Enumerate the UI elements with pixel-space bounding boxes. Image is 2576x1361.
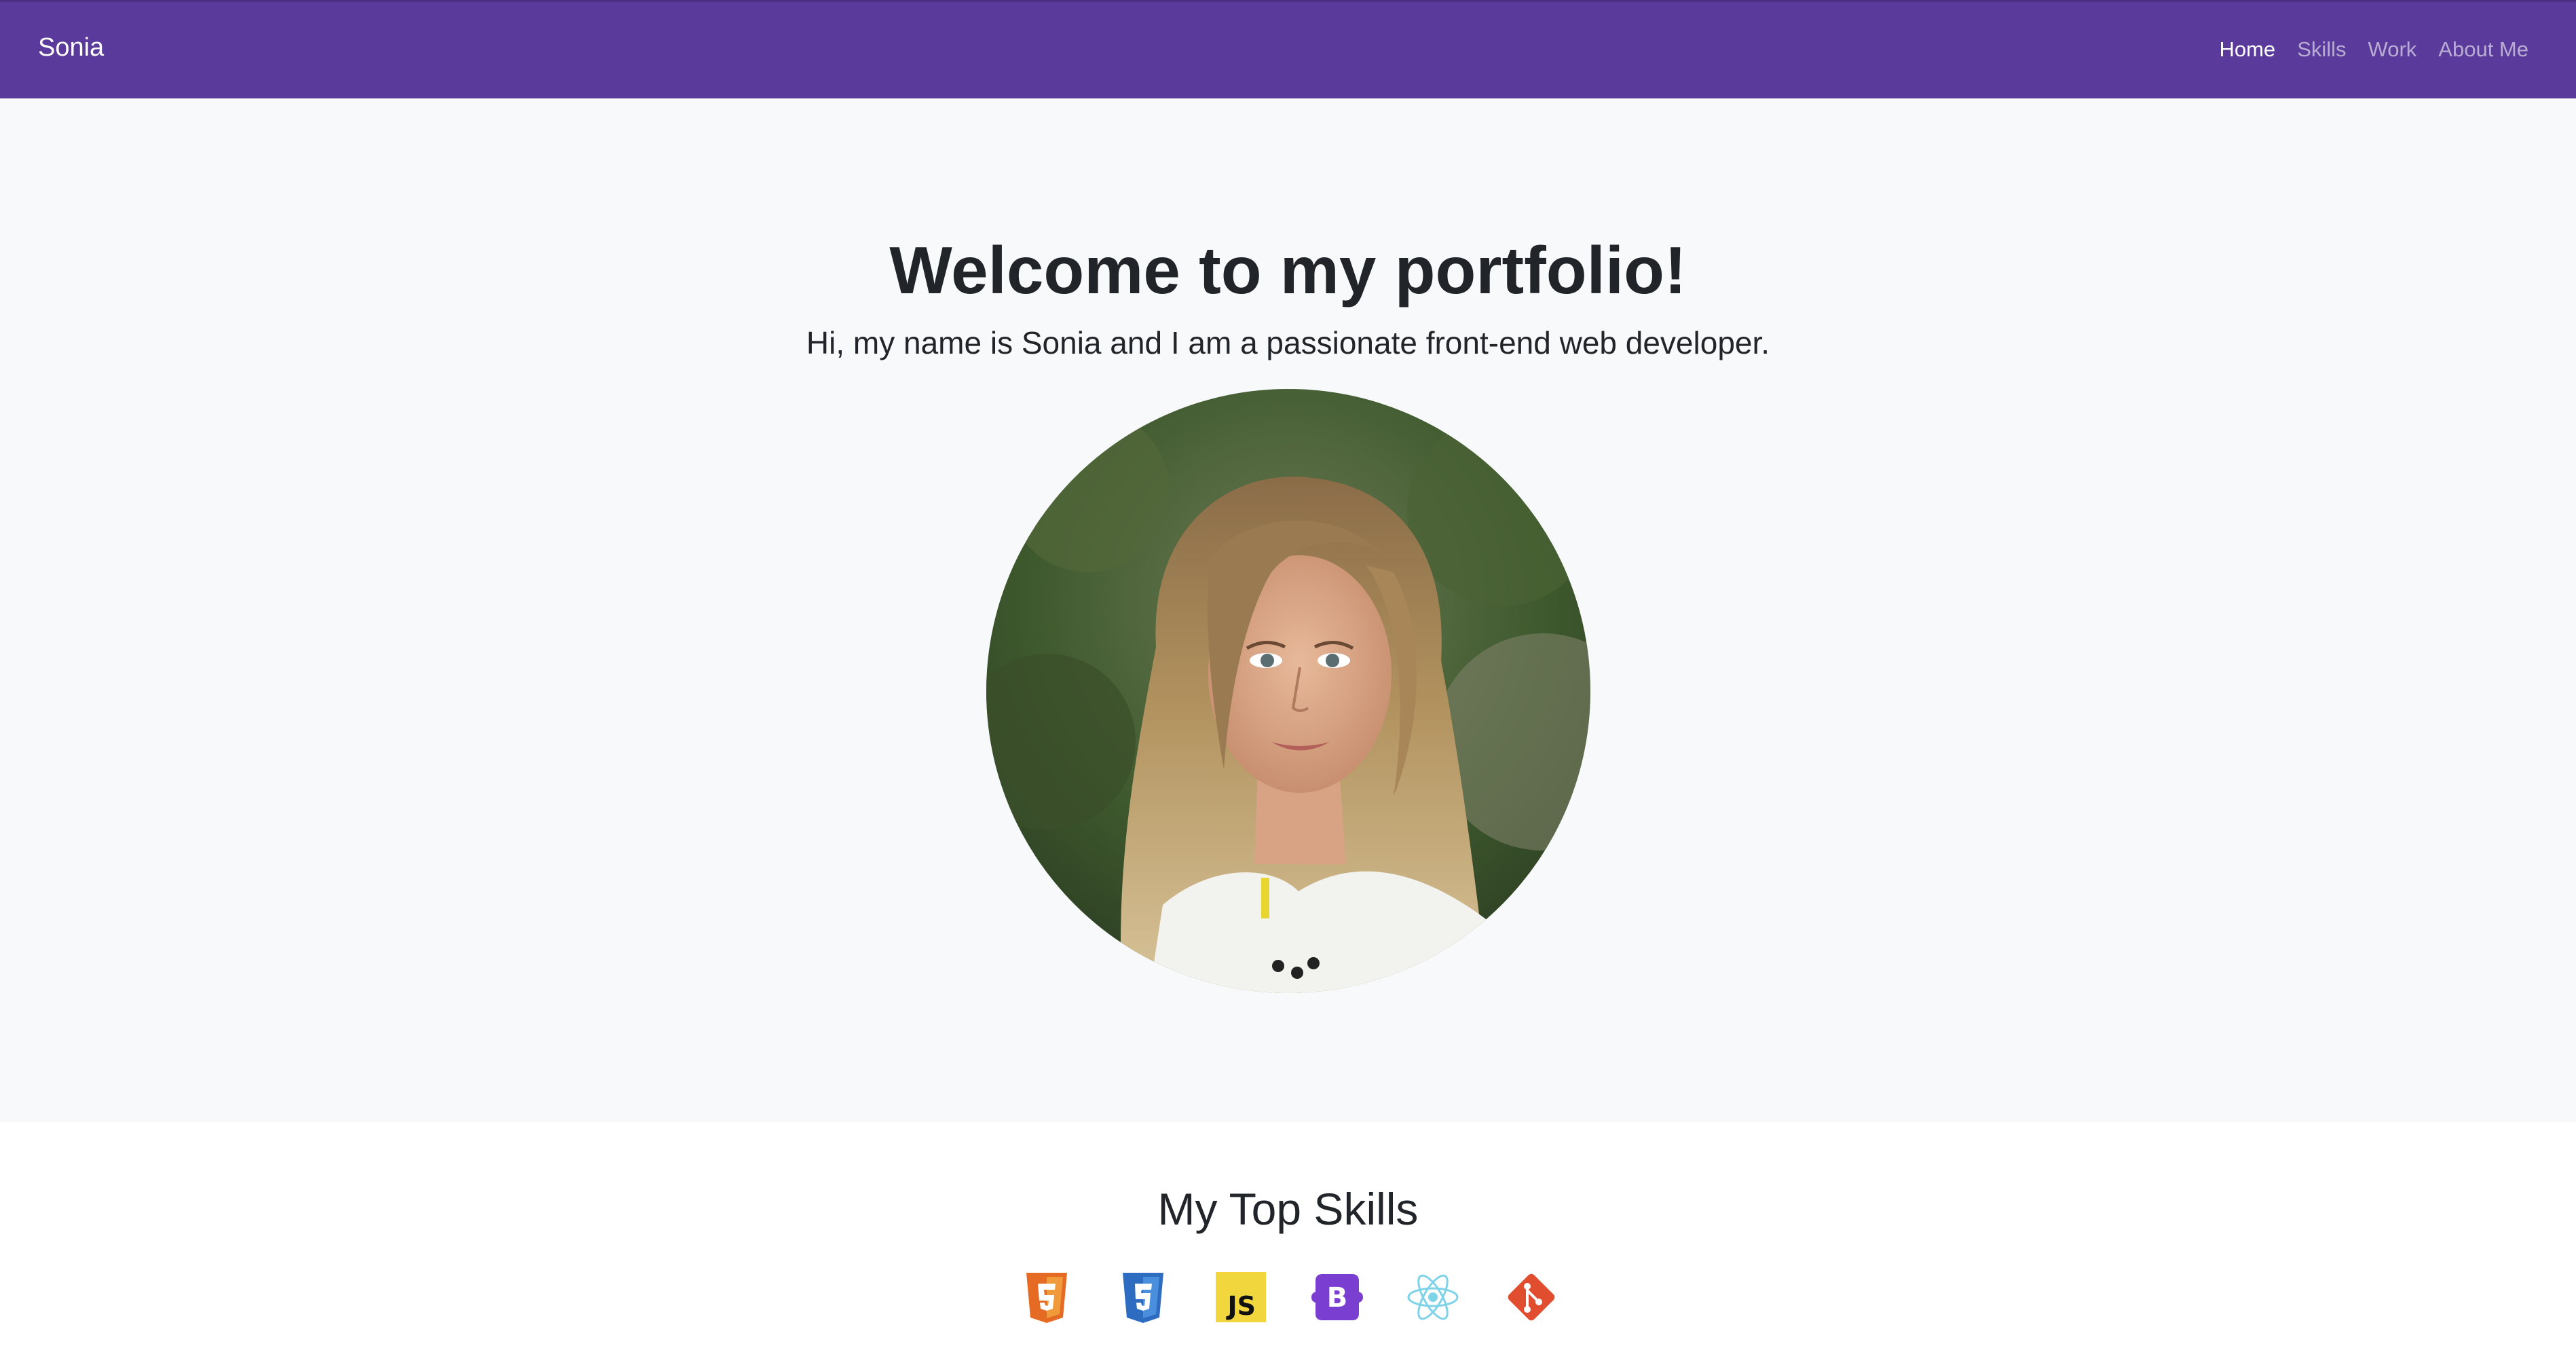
javascript-icon: JS [1214, 1270, 1268, 1324]
html5-icon [1020, 1270, 1074, 1324]
hero-section: Welcome to my portfolio! Hi, my name is … [0, 98, 2576, 1122]
hero-title: Welcome to my portfolio! [889, 233, 1687, 307]
css3-icon [1116, 1270, 1170, 1324]
svg-text:B: B [1327, 1282, 1348, 1313]
skills-section: My Top Skills JS B [0, 1122, 2576, 1361]
navbar: Sonia Home Skills Work About Me [0, 0, 2576, 98]
react-icon [1406, 1270, 1460, 1324]
hero-subtitle: Hi, my name is Sonia and I am a passiona… [806, 325, 1770, 360]
brand-link[interactable]: Sonia [38, 35, 104, 60]
skills-title: My Top Skills [1157, 1184, 1419, 1234]
profile-photo [986, 389, 1590, 993]
git-icon [1504, 1270, 1558, 1324]
bootstrap-icon: B [1310, 1270, 1364, 1324]
svg-text:JS: JS [1225, 1291, 1256, 1321]
nav-link-work[interactable]: Work [2368, 39, 2417, 60]
nav-link-about-me[interactable]: About Me [2438, 39, 2528, 60]
nav-links: Home Skills Work About Me [2219, 39, 2528, 60]
nav-link-skills[interactable]: Skills [2297, 39, 2346, 60]
nav-link-home[interactable]: Home [2219, 39, 2275, 60]
